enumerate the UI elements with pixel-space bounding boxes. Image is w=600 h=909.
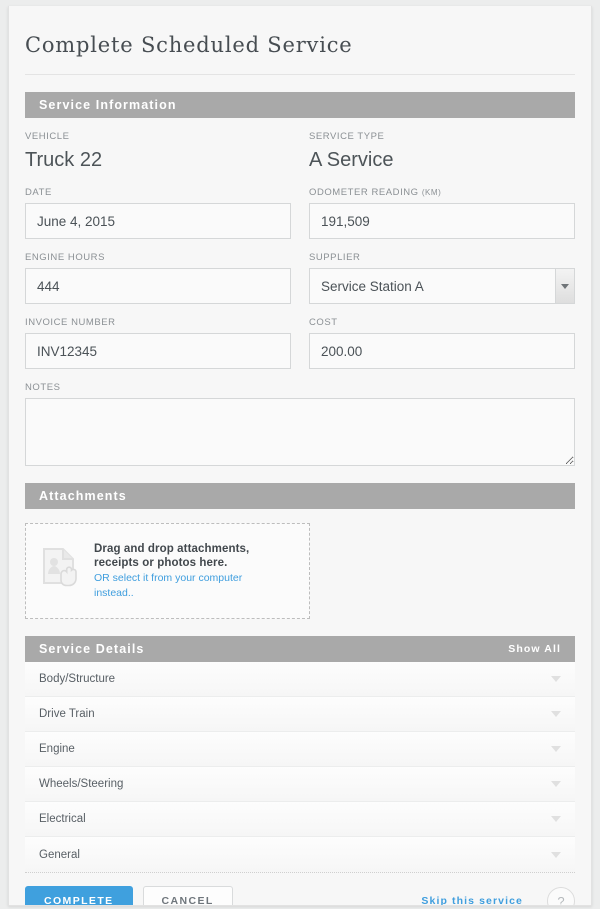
chevron-down-icon <box>551 781 561 787</box>
label-date: DATE <box>25 187 52 198</box>
help-icon[interactable]: ? <box>547 887 575 905</box>
field-cost: COST <box>309 304 575 369</box>
service-detail-label: Electrical <box>39 813 86 825</box>
invoice-number-input[interactable] <box>25 333 291 369</box>
row-invoice-cost: INVOICE NUMBER COST <box>25 304 575 369</box>
value-vehicle: Truck 22 <box>25 149 103 171</box>
section-header-service-information: Service Information <box>25 92 575 118</box>
select-file-link-1[interactable]: OR select it from your computer <box>94 572 249 585</box>
label-supplier: SUPPLIER <box>309 252 361 263</box>
field-vehicle: VEHICLE Truck 22 <box>25 118 291 174</box>
document-drag-icon <box>40 546 82 597</box>
dropzone-headline-2: receipts or photos here. <box>94 557 228 569</box>
label-notes: NOTES <box>25 382 61 393</box>
notes-textarea[interactable] <box>25 398 575 466</box>
select-file-link-2[interactable]: instead.. <box>94 587 249 600</box>
chevron-down-icon <box>551 676 561 682</box>
date-input[interactable] <box>25 203 291 239</box>
field-supplier: SUPPLIER Service Station A <box>309 239 575 304</box>
odometer-input[interactable] <box>309 203 575 239</box>
service-details-list: Body/Structure Drive Train Engine Wheels/St… <box>25 662 575 872</box>
service-detail-row[interactable]: Drive Train <box>25 697 575 732</box>
field-odometer: ODOMETER READING (KM) <box>309 174 575 239</box>
label-engine-hours: ENGINE HOURS <box>25 252 105 263</box>
service-detail-row[interactable]: Wheels/Steering <box>25 767 575 802</box>
label-vehicle: VEHICLE <box>25 131 70 142</box>
chevron-down-icon <box>551 711 561 717</box>
app-page: Complete Scheduled Service Service Infor… <box>0 0 600 909</box>
complete-service-card: Complete Scheduled Service Service Infor… <box>8 6 592 906</box>
service-detail-row[interactable]: Body/Structure <box>25 662 575 697</box>
title-divider <box>25 74 575 75</box>
section-title-attachments: Attachments <box>39 489 127 503</box>
show-all-button[interactable]: Show All <box>508 643 561 655</box>
section-header-attachments: Attachments <box>25 483 575 509</box>
skip-this-service-link[interactable]: Skip this service <box>421 895 523 905</box>
section-header-service-details: Service Details Show All <box>25 636 575 662</box>
page-title: Complete Scheduled Service <box>25 33 353 57</box>
chevron-down-icon <box>551 851 561 858</box>
chevron-down-icon <box>551 816 561 822</box>
label-invoice-number: INVOICE NUMBER <box>25 317 116 328</box>
label-odometer-text: ODOMETER READING <box>309 187 419 198</box>
label-odometer: ODOMETER READING (KM) <box>309 187 575 199</box>
attachment-dropzone[interactable]: Drag and drop attachments, receipts or p… <box>25 523 310 619</box>
section-title-service-details: Service Details <box>39 642 145 656</box>
supplier-select[interactable]: Service Station A <box>309 268 575 304</box>
label-service-type: SERVICE TYPE <box>309 131 385 142</box>
supplier-select-wrap: Service Station A <box>309 268 575 304</box>
service-detail-row[interactable]: General <box>25 837 575 872</box>
service-detail-row[interactable]: Electrical <box>25 802 575 837</box>
field-service-type: SERVICE TYPE A Service <box>309 118 575 174</box>
title-region: Complete Scheduled Service <box>9 6 591 75</box>
service-detail-label: Drive Train <box>39 708 95 720</box>
service-detail-row[interactable]: Engine <box>25 732 575 767</box>
cancel-button[interactable]: CANCEL <box>142 886 233 905</box>
engine-hours-input[interactable] <box>25 268 291 304</box>
service-information-form: VEHICLE Truck 22 SERVICE TYPE A Service … <box>9 118 591 466</box>
field-engine-hours: ENGINE HOURS <box>25 239 291 304</box>
field-date: DATE <box>25 174 291 239</box>
service-detail-label: Body/Structure <box>39 673 116 685</box>
service-detail-label: Engine <box>39 743 75 755</box>
dropzone-text: Drag and drop attachments, receipts or p… <box>94 542 249 601</box>
dropzone-headline-1: Drag and drop attachments, <box>94 542 250 555</box>
service-detail-label: General <box>39 848 80 861</box>
form-footer: COMPLETE CANCEL Skip this service ? <box>25 873 575 905</box>
complete-button[interactable]: COMPLETE <box>25 886 133 905</box>
field-invoice-number: INVOICE NUMBER <box>25 304 291 369</box>
row-enginehours-supplier: ENGINE HOURS SUPPLIER Service Station A <box>25 239 575 304</box>
row-date-odometer: DATE ODOMETER READING (KM) <box>25 174 575 239</box>
cost-input[interactable] <box>309 333 575 369</box>
field-notes: NOTES <box>25 382 575 466</box>
section-title-service-information: Service Information <box>39 98 177 112</box>
label-cost: COST <box>309 317 338 328</box>
row-vehicle-servicetype: VEHICLE Truck 22 SERVICE TYPE A Service <box>25 118 575 174</box>
chevron-down-icon <box>551 746 561 752</box>
value-service-type: A Service <box>309 149 394 171</box>
label-odometer-unit: (KM) <box>421 188 442 197</box>
service-detail-label: Wheels/Steering <box>39 778 124 790</box>
